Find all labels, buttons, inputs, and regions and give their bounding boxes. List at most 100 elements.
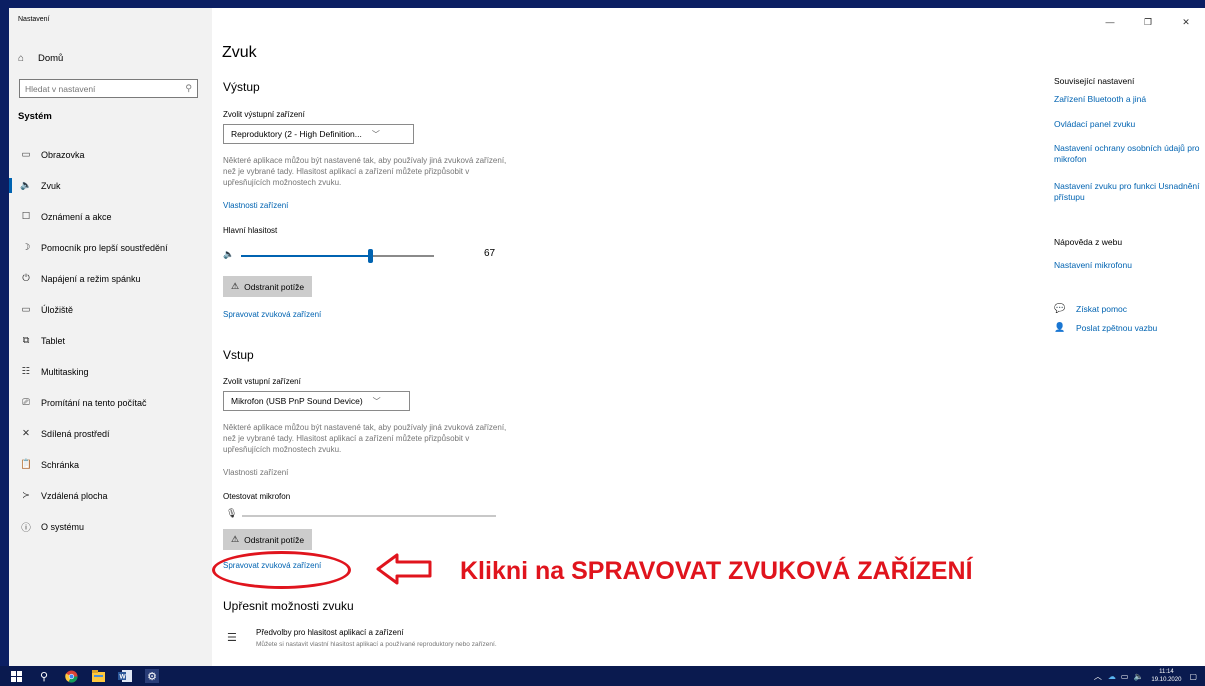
sidebar-item-label: Sdílená prostředí: [41, 428, 110, 439]
chevron-down-icon: ﹀: [372, 396, 381, 406]
search-icon[interactable]: ⚲: [185, 83, 192, 94]
related-link-sound-control-panel[interactable]: Ovládací panel zvuku: [1054, 119, 1204, 130]
annotation-ellipse: [212, 551, 351, 589]
volume-label: Hlavní hlasitost: [223, 226, 278, 235]
volume-slider[interactable]: 🔈 67: [223, 248, 503, 264]
file-explorer-icon[interactable]: [91, 669, 105, 683]
sidebar-item-label: Oznámení a akce: [41, 211, 112, 222]
mixer-icon: ☰: [227, 632, 237, 644]
advanced-heading: Upřesnit možnosti zvuku: [223, 599, 354, 613]
sidebar-item-label: Tablet: [41, 335, 66, 346]
tablet-icon: ⧉: [22, 335, 30, 346]
sidebar-item-2[interactable]: ☐ Oznámení a akce: [9, 201, 212, 232]
speaker-icon: 🔈: [20, 180, 32, 191]
moon-icon: ☽: [21, 242, 31, 253]
system-tray: ︿ ☁ ▭ 🔈 11:14 19.10.2020 ▢: [1094, 666, 1197, 686]
volume-value: 67: [484, 248, 496, 259]
remote-icon: ≻: [22, 490, 30, 501]
clock-date: 19.10.2020: [1151, 677, 1182, 683]
speaker-volume-icon: 🔈: [223, 249, 235, 259]
taskbar: ⚲ W ⚙ ︿ ☁ ▭ 🔈 11:14 19.10.2020 ▢: [0, 666, 1205, 686]
start-button[interactable]: [9, 669, 23, 683]
output-properties-link[interactable]: Vlastnosti zařízení: [223, 201, 288, 210]
power-icon: ⏻: [22, 273, 30, 284]
network-icon[interactable]: ▭: [1121, 672, 1129, 681]
input-troubleshoot-label: Odstranit potíže: [244, 534, 305, 545]
input-device-label: Zvolit vstupní zařízení: [223, 377, 301, 386]
main-content: Zvuk Výstup Zvolit výstupní zařízení Rep…: [212, 8, 973, 666]
home-icon: ⌂: [18, 53, 25, 64]
sidebar-item-8[interactable]: ⎚ Promítání na tento počítač: [9, 387, 212, 418]
settings-taskbar-icon[interactable]: ⚙: [145, 669, 159, 683]
word-icon[interactable]: W: [118, 669, 132, 683]
taskbar-search-icon[interactable]: ⚲: [37, 669, 51, 683]
help-link-mic-setup[interactable]: Nastavení mikrofonu: [1054, 260, 1204, 271]
input-troubleshoot-button[interactable]: ⚠ Odstranit potíže: [223, 529, 313, 550]
output-device-dropdown[interactable]: Reproduktory (2 - High Definition... ﹀: [223, 124, 414, 144]
sidebar-item-label: Pomocník pro lepší soustředění: [41, 242, 168, 253]
related-link-mic-privacy[interactable]: Nastavení ochrany osobních údajů pro mik…: [1054, 143, 1204, 165]
sidebar-item-3[interactable]: ☽ Pomocník pro lepší soustředění: [9, 232, 212, 263]
related-link-ease-of-access[interactable]: Nastavení zvuku pro funkci Usnadnění pří…: [1054, 181, 1204, 203]
tray-volume-icon[interactable]: 🔈: [1133, 672, 1143, 681]
input-device-dropdown[interactable]: Mikrofon (USB PnP Sound Device) ﹀: [223, 391, 410, 411]
clock-time: 11:14: [1159, 669, 1174, 675]
output-manage-devices-link[interactable]: Spravovat zvuková zařízení: [223, 310, 321, 319]
notification-icon: ☐: [21, 211, 31, 222]
app-volume-option-title[interactable]: Předvolby pro hlasitost aplikací a zaříz…: [256, 628, 404, 637]
sidebar-item-5[interactable]: ▭ Úložiště: [9, 294, 212, 325]
chat-help-icon: 💬: [1054, 303, 1066, 313]
close-button[interactable]: ✕: [1167, 8, 1205, 36]
sidebar-item-6[interactable]: ⧉ Tablet: [9, 325, 212, 356]
volume-slider-fill: [241, 255, 371, 257]
sidebar-item-label: Zvuk: [41, 180, 61, 191]
volume-slider-thumb[interactable]: [368, 249, 374, 263]
get-help-label: Získat pomoc: [1076, 303, 1128, 314]
nav-home[interactable]: ⌂ Domů: [18, 53, 63, 64]
clock[interactable]: 11:14 19.10.2020: [1151, 668, 1181, 684]
output-troubleshoot-button[interactable]: ⚠ Odstranit potíže: [223, 276, 313, 297]
clipboard-icon: 📋: [20, 459, 32, 470]
input-properties-link[interactable]: Vlastnosti zařízení: [223, 468, 288, 477]
sidebar-item-11[interactable]: ≻ Vzdálená plocha: [9, 480, 212, 511]
output-device-label: Zvolit výstupní zařízení: [223, 110, 305, 119]
nav-home-label: Domů: [38, 53, 64, 64]
minimize-button[interactable]: —: [1091, 8, 1129, 36]
windows-logo-icon: [10, 670, 22, 682]
section-label: Systém: [18, 111, 52, 122]
mic-test-label: Otestovat mikrofon: [223, 492, 291, 501]
sidebar-item-10[interactable]: 📋 Schránka: [9, 449, 212, 480]
search-box[interactable]: ⚲: [19, 79, 198, 98]
output-description: Některé aplikace můžou být nastavené tak…: [223, 156, 507, 187]
tray-chevron-up-icon[interactable]: ︿: [1094, 671, 1102, 682]
sidebar-item-label: Promítání na tento počítač: [41, 397, 147, 408]
warning-icon: ⚠: [231, 534, 240, 544]
search-input[interactable]: [25, 83, 175, 94]
annotation-arrow-icon: [376, 553, 432, 585]
feedback-link[interactable]: 👤 Poslat zpětnou vazbu: [1054, 322, 1157, 333]
shared-icon: ✕: [22, 428, 30, 439]
sidebar-item-9[interactable]: ✕ Sdílená prostředí: [9, 418, 212, 449]
chevron-down-icon: ﹀: [371, 129, 380, 139]
app-volume-option-desc: Můžete si nastavit vlastní hlasitost apl…: [256, 641, 497, 648]
onedrive-icon[interactable]: ☁: [1108, 672, 1116, 681]
sidebar-item-0[interactable]: ▭ Obrazovka: [9, 139, 212, 170]
action-center-icon[interactable]: ▢: [1189, 672, 1197, 681]
related-link-bluetooth[interactable]: Zařízení Bluetooth a jiná: [1054, 94, 1204, 105]
maximize-button[interactable]: ❐: [1129, 8, 1167, 36]
output-troubleshoot-label: Odstranit potíže: [244, 281, 305, 292]
sidebar-item-label: Vzdálená plocha: [41, 490, 108, 501]
volume-slider-track[interactable]: [241, 249, 434, 263]
storage-icon: ▭: [21, 304, 31, 315]
sidebar-item-4[interactable]: ⏻ Napájení a režim spánku: [9, 263, 212, 294]
sidebar-item-label: Obrazovka: [41, 149, 85, 160]
sidebar-item-7[interactable]: ☷ Multitasking: [9, 356, 212, 387]
sidebar-item-label: Multitasking: [41, 366, 89, 377]
chrome-icon[interactable]: [64, 669, 78, 683]
sidebar-item-12[interactable]: ⓘ O systému: [9, 511, 212, 542]
get-help-link[interactable]: 💬 Získat pomoc: [1054, 303, 1127, 314]
sidebar-item-label: Napájení a režim spánku: [41, 273, 141, 284]
sidebar-item-1[interactable]: 🔈 Zvuk: [9, 170, 212, 201]
warning-icon: ⚠: [231, 281, 240, 291]
output-heading: Výstup: [223, 80, 260, 94]
